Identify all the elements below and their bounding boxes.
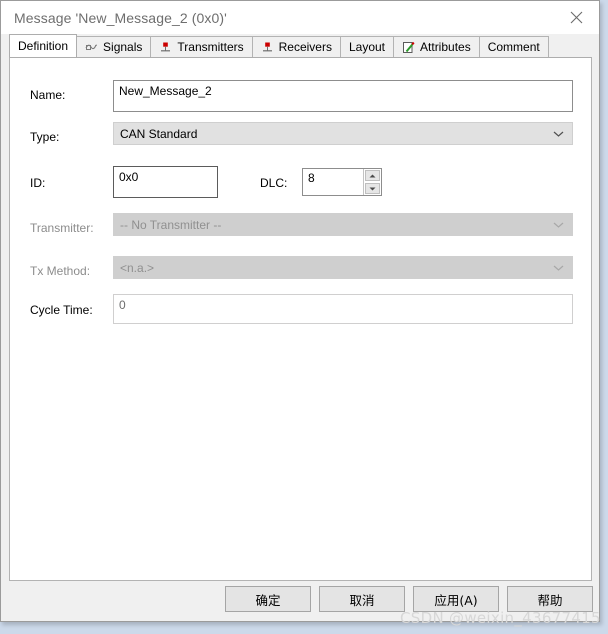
tab-comment[interactable]: Comment bbox=[478, 36, 549, 57]
id-label: ID: bbox=[30, 176, 46, 190]
signal-wave-icon bbox=[85, 41, 98, 54]
type-combobox[interactable]: CAN Standard bbox=[113, 122, 573, 145]
cancel-button[interactable]: 取消 bbox=[319, 586, 405, 612]
tx-method-combobox: <n.a.> bbox=[113, 256, 573, 279]
tab-definition[interactable]: Definition bbox=[9, 34, 78, 57]
spinner-down-icon[interactable] bbox=[365, 183, 380, 194]
chevron-down-icon bbox=[553, 264, 564, 271]
tab-label: Comment bbox=[487, 40, 540, 54]
tab-bar: Definition Signals Transmitters Receiver… bbox=[1, 34, 599, 57]
row-id-dlc: ID: 0x0 DLC: 8 bbox=[10, 166, 591, 200]
dlc-spin-buttons bbox=[363, 169, 381, 195]
tab-label: Layout bbox=[348, 40, 386, 54]
chevron-down-icon bbox=[553, 221, 564, 228]
chevron-down-icon bbox=[553, 130, 564, 137]
transmitter-label: Transmitter: bbox=[30, 221, 94, 235]
tab-signals[interactable]: Signals bbox=[76, 36, 152, 57]
row-transmitter: Transmitter: -- No Transmitter -- bbox=[10, 213, 591, 243]
type-label: Type: bbox=[30, 130, 60, 144]
tab-receivers[interactable]: Receivers bbox=[251, 36, 341, 57]
apply-button[interactable]: 应用(A) bbox=[413, 586, 499, 612]
window-title: Message 'New_Message_2 (0x0)' bbox=[14, 9, 227, 26]
type-combobox-value: CAN Standard bbox=[120, 126, 198, 141]
dlc-input[interactable]: 8 bbox=[303, 169, 363, 195]
cycle-time-input[interactable]: 0 bbox=[113, 294, 573, 324]
close-icon[interactable] bbox=[553, 1, 599, 33]
tab-label: Definition bbox=[18, 39, 69, 53]
tab-label: Signals bbox=[103, 40, 143, 54]
message-properties-dialog: Message 'New_Message_2 (0x0)' Definition… bbox=[0, 0, 600, 622]
definition-panel: Name: New_Message_2 Type: CAN Standard I… bbox=[9, 57, 592, 581]
title-bar: Message 'New_Message_2 (0x0)' bbox=[1, 1, 599, 34]
tab-layout[interactable]: Layout bbox=[339, 36, 395, 57]
ok-button[interactable]: 确定 bbox=[225, 586, 311, 612]
dlc-label: DLC: bbox=[260, 176, 288, 190]
row-cycle-time: Cycle Time: 0 bbox=[10, 294, 591, 326]
name-input[interactable]: New_Message_2 bbox=[113, 80, 573, 112]
row-name: Name: New_Message_2 bbox=[10, 80, 591, 112]
node-pin-icon bbox=[261, 41, 274, 54]
dialog-footer: 确定 取消 应用(A) 帮助 bbox=[1, 579, 599, 621]
transmitter-combobox: -- No Transmitter -- bbox=[113, 213, 573, 236]
definition-form: Name: New_Message_2 Type: CAN Standard I… bbox=[10, 58, 591, 580]
node-pin-icon bbox=[159, 41, 172, 54]
tab-attributes[interactable]: Attributes bbox=[393, 36, 480, 57]
cycle-time-label: Cycle Time: bbox=[30, 303, 93, 317]
transmitter-combobox-value: -- No Transmitter -- bbox=[120, 217, 222, 232]
dlc-stepper[interactable]: 8 bbox=[302, 168, 382, 196]
row-type: Type: CAN Standard bbox=[10, 122, 591, 152]
help-button[interactable]: 帮助 bbox=[507, 586, 593, 612]
tab-label: Receivers bbox=[278, 40, 332, 54]
name-label: Name: bbox=[30, 88, 66, 102]
tx-method-label: Tx Method: bbox=[30, 264, 91, 278]
tab-label: Attributes bbox=[420, 40, 471, 54]
spinner-up-icon[interactable] bbox=[365, 170, 380, 181]
tx-method-combobox-value: <n.a.> bbox=[120, 260, 155, 275]
row-tx-method: Tx Method: <n.a.> bbox=[10, 256, 591, 286]
id-input[interactable]: 0x0 bbox=[113, 166, 218, 198]
tab-transmitters[interactable]: Transmitters bbox=[150, 36, 253, 57]
notepad-pen-icon bbox=[402, 41, 415, 54]
tab-label: Transmitters bbox=[177, 40, 244, 54]
